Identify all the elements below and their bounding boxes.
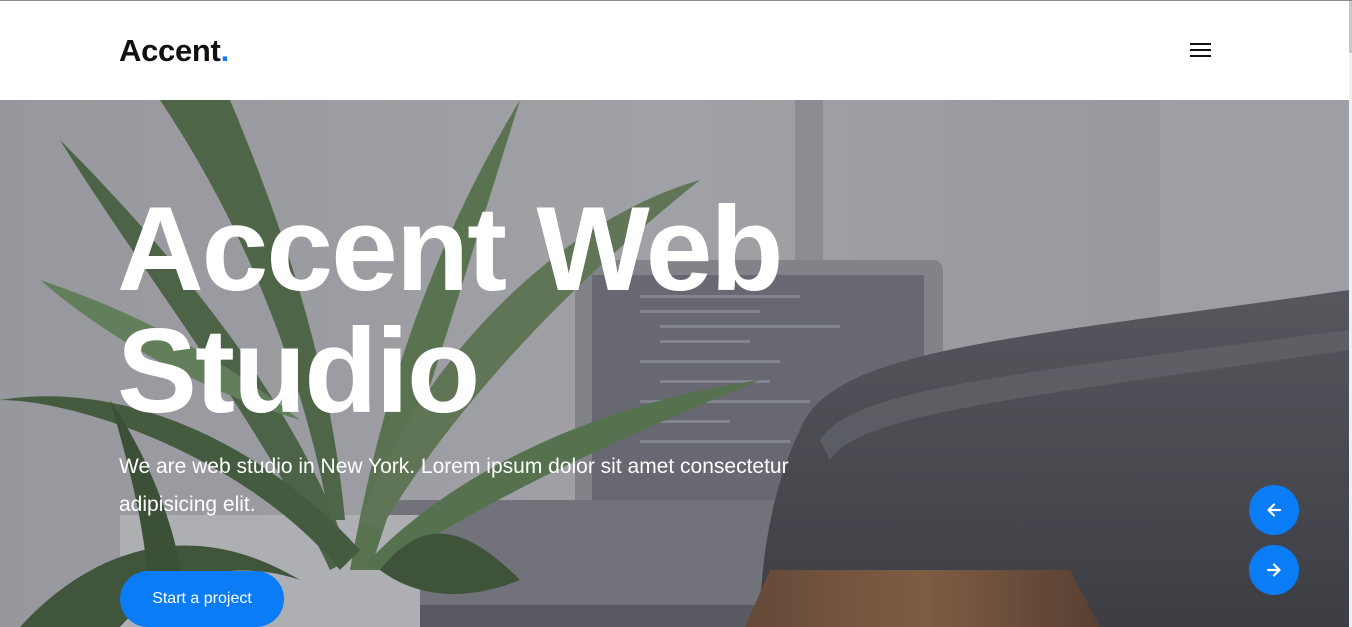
hero-section: Accent Web Studio We are web studio in N… (0, 100, 1349, 627)
brand-name: Accent (119, 33, 221, 68)
hero-title-line2: Studio (117, 304, 480, 438)
brand-logo[interactable]: Accent. (119, 35, 229, 66)
slider-prev-button[interactable] (1249, 485, 1299, 535)
brand-dot: . (220, 33, 230, 68)
arrow-left-icon (1267, 503, 1282, 517)
hero-title: Accent Web Studio (117, 188, 937, 432)
arrow-right-icon (1266, 563, 1281, 577)
start-project-button[interactable]: Start a project (120, 571, 284, 627)
slider-next-button[interactable] (1249, 545, 1299, 595)
hamburger-menu-icon[interactable] (1186, 38, 1216, 64)
hero-subtitle: We are web studio in New York. Lorem ips… (119, 455, 789, 516)
site-header: Accent. (0, 1, 1349, 100)
hero-title-line1: Accent Web (117, 182, 784, 316)
